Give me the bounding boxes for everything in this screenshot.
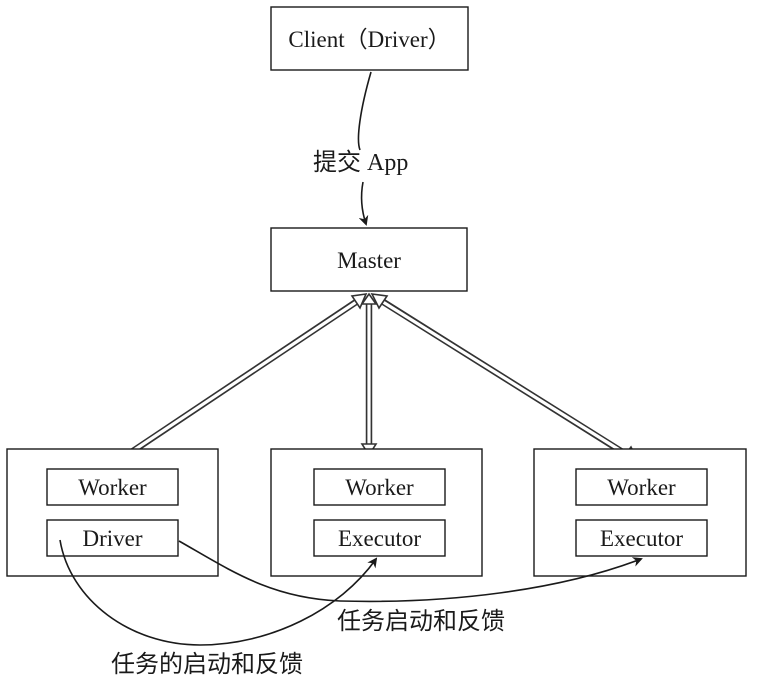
master-label: Master — [337, 248, 401, 273]
master-to-right-node-arrow — [370, 293, 641, 465]
right-executor-label: Executor — [600, 526, 683, 551]
task-launch-feedback-label-2: 任务的启动和反馈 — [111, 651, 303, 678]
task-launch-feedback-label: 任务启动和反馈 — [337, 608, 505, 635]
diagram-canvas: Client（Driver） 提交 App Master Worker Driv… — [6, 6, 747, 678]
master-to-middle-node-arrow — [360, 292, 378, 457]
left-driver-label: Driver — [82, 526, 142, 551]
submit-app-arrow — [358, 181, 369, 226]
left-worker-label: Worker — [78, 475, 147, 500]
middle-executor-label: Executor — [338, 526, 421, 551]
middle-node-container — [270, 448, 483, 577]
client-driver-label: Client（Driver） — [288, 27, 450, 52]
submit-app-label: 提交 App — [313, 149, 408, 176]
right-worker-label: Worker — [607, 475, 676, 500]
middle-worker-label: Worker — [345, 475, 414, 500]
master-to-left-node-arrow — [110, 293, 368, 467]
left-node-container — [6, 448, 219, 577]
spark-architecture-diagram: Client（Driver） 提交 App Master Worker Driv… — [0, 0, 764, 689]
right-node-container — [533, 448, 747, 577]
submit-app-connector-top — [357, 71, 372, 151]
